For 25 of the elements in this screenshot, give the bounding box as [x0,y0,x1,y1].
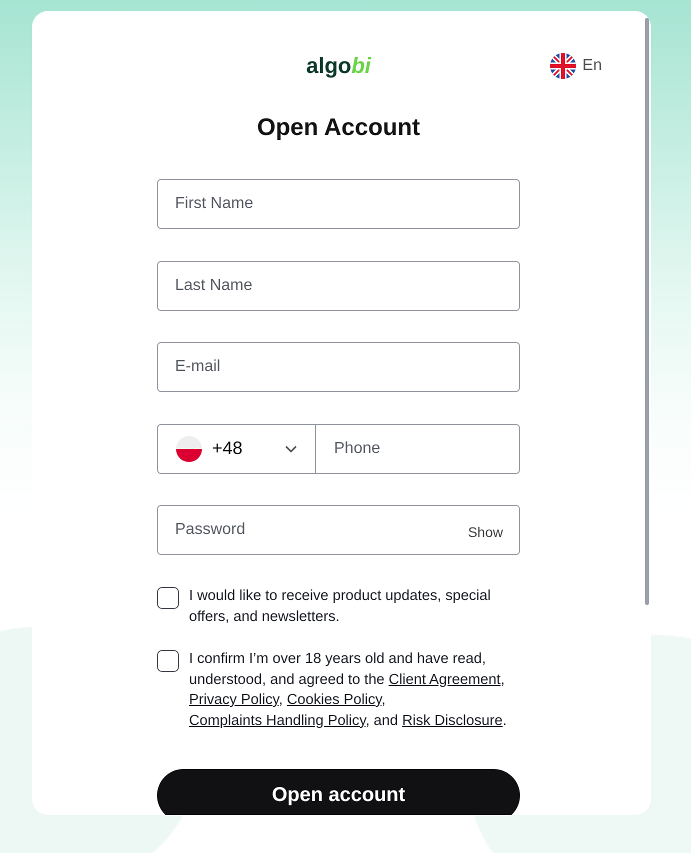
consent-text: I confirm I’m over 18 years old and have read, understood, and agreed to the Client Agreement, Privacy Policy, Cookies Policy, Complaints Handling Policy, and Risk Disclosure. [189,650,508,730]
country-code-select[interactable]: +48 [157,424,315,474]
text-link[interactable]: Cookies Policy [286,692,382,708]
checkbox[interactable] [157,650,179,672]
language-selector[interactable]: En [550,53,602,79]
text-link[interactable]: Risk Disclosure [402,712,503,728]
logo: algobi [306,52,371,80]
phone-input[interactable]: Phone [315,424,520,474]
consent-text: I would like to receive product updates, special offers, and newsletters. [189,587,492,626]
open-account-button[interactable]: Open account [157,769,520,815]
show-password-button[interactable]: Show [468,520,503,544]
scrollbar-thumb[interactable] [645,18,649,605]
input-field[interactable]: E-mail [157,342,520,392]
password-field[interactable]: Password Show [157,505,520,555]
country-code: +48 [212,438,244,459]
flag-icon [176,436,202,462]
flag-icon [550,53,576,79]
checkbox[interactable] [157,587,179,609]
text-link[interactable]: Complaints Handling Policy [189,712,366,728]
input-field[interactable]: First Name [157,179,520,229]
input-field[interactable]: Last Name [157,260,520,310]
chevron-down-icon [285,444,297,452]
text-link[interactable]: Client Agreement [388,672,501,688]
page-title: Open Account [256,113,420,143]
text-link[interactable]: Privacy Policy [189,692,279,708]
